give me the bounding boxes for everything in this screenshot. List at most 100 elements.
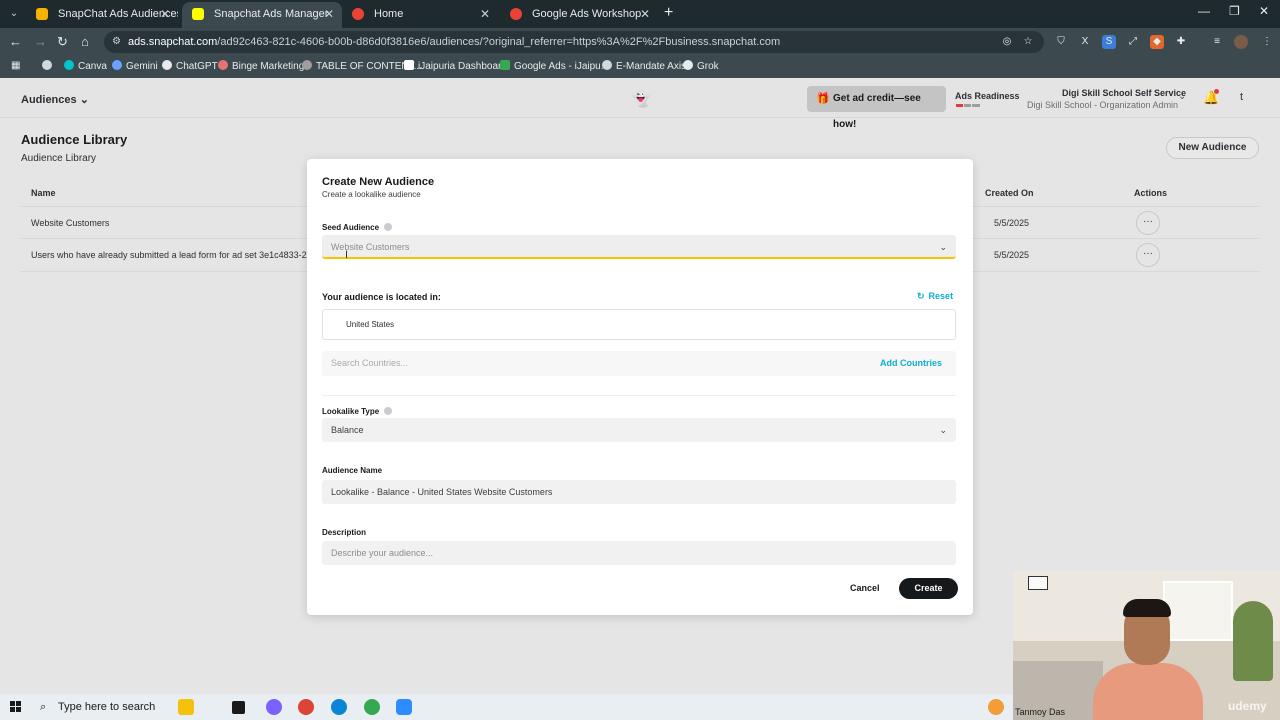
description-label: Description [322,528,367,537]
audience-name-label: Audience Name [322,466,383,475]
selected-country-chip[interactable]: United States [322,309,956,340]
account-name[interactable]: Digi Skill School Self Service [1062,88,1186,98]
presenter-hair [1123,599,1171,617]
bookmark-grok[interactable]: Grok [683,60,719,72]
bookmark-binge-marketing[interactable]: Binge Marketing [218,60,304,72]
task-view-icon[interactable] [232,701,245,714]
audiences-menu[interactable]: Audiences ⌄ [21,93,89,106]
description-input[interactable]: Describe your audience... [322,541,956,565]
ad-credit-button[interactable]: 🎁 Get ad credit—see how! [807,86,946,130]
profile-avatar-icon[interactable] [1234,35,1248,49]
presenter-caption: Tanmoy Das [1015,707,1066,717]
audience-name[interactable]: Users who have already submitted a lead … [31,250,325,260]
chevron-down-icon: ⌄ [939,425,947,435]
s-extension-icon[interactable]: S [1102,35,1116,49]
create-button[interactable]: Create [899,578,958,599]
cancel-button[interactable]: Cancel [850,583,880,593]
copilot-icon[interactable] [266,699,282,715]
column-header-name[interactable]: Name [31,188,56,198]
more-actions-icon[interactable]: ··· [1136,243,1160,267]
more-actions-icon[interactable]: ··· [1136,211,1160,235]
text-cursor-icon: I [345,249,349,261]
bookmark-globe[interactable] [42,60,56,72]
close-tab-icon[interactable]: ✕ [324,2,334,26]
udemy-watermark: udemy [1228,699,1267,713]
reload-icon[interactable]: ↻ [57,34,68,50]
x-extension-icon[interactable]: X [1078,35,1092,49]
forward-icon[interactable]: → [34,34,47,49]
copilot-sparkle-icon[interactable] [178,699,194,715]
tab-google-ads-workshop[interactable]: Google Ads Workshop ✕ [500,2,658,28]
snapchat-icon [192,8,204,20]
url-field[interactable]: ⚙ ads.snapchat.com/ad92c463-821c-4606-b0… [104,31,1044,53]
back-icon[interactable]: ← [9,34,22,49]
location-label: Your audience is located in: [322,292,441,302]
seed-audience-label: Seed Audience [322,223,393,232]
lookalike-type-label: Lookalike Type [322,407,393,416]
eye-off-icon[interactable]: ◎ [1000,35,1014,49]
windows-start-icon[interactable] [10,701,22,713]
page-title: Audience Library [21,132,128,147]
chrome-profile-icon[interactable] [364,699,380,715]
puzzle-extension-icon[interactable]: ✚ [1174,35,1188,49]
close-window-icon[interactable]: ✕ [1259,4,1269,18]
star-icon[interactable]: ☆ [1021,35,1035,49]
avatar[interactable]: t [1240,91,1243,103]
weather-icon[interactable] [988,699,1004,715]
add-countries-button[interactable]: Add Countries [880,351,942,376]
search-countries-input[interactable]: Search Countries... Add Countries [322,351,956,376]
chevron-down-icon: ⌄ [939,242,947,252]
apps-grid-icon[interactable]: ▦ [11,60,20,71]
modal-subtitle: Create a lookalike audience [322,190,421,199]
audience-name[interactable]: Website Customers [31,218,109,228]
close-tab-icon[interactable]: ✕ [480,2,490,26]
modal-title: Create New Audience [322,176,435,188]
refresh-icon: ↻ [917,291,925,301]
audience-name-input[interactable]: Lookalike - Balance - United States Webs… [322,480,956,504]
new-tab-icon[interactable]: + [664,4,673,22]
bookmark-e-mandate-axis[interactable]: E-Mandate Axis [602,60,686,72]
bookmarks-bar: ▦ Canva Gemini ChatGPT Binge Marketing T… [0,56,1280,78]
chrome-icon[interactable] [298,699,314,715]
bookmark-canva[interactable]: Canva [64,60,107,72]
chevron-down-icon[interactable]: ⌄ [1178,91,1186,102]
minimize-icon[interactable]: — [1198,4,1210,18]
new-audience-button[interactable]: New Audience [1166,137,1259,159]
snapchat-ghost-icon[interactable]: 👻 [631,89,651,109]
restore-icon[interactable]: ❐ [1229,4,1240,18]
zoom-icon[interactable] [396,699,412,715]
ads-readiness[interactable]: Ads Readiness [955,91,1020,101]
shield-extension-icon[interactable]: ⛉ [1054,35,1068,49]
notification-dot [1214,89,1219,94]
gemini-app-icon [352,8,364,20]
gift-icon: 🎁 [816,93,830,105]
bookmark-gemini[interactable]: Gemini [112,60,158,72]
bookmark-google-ads[interactable]: Google Ads - iJaipu... [500,60,609,72]
reset-button[interactable]: ↻ Reset [917,291,953,302]
tab-search-icon[interactable]: ⌄ [4,5,24,23]
tab-snapchat-ads-manager[interactable]: Snapchat Ads Manager ✕ [182,2,342,28]
tab-snapchat-ads-audiences[interactable]: SnapChat Ads Audiences - Goo ✕ [26,2,178,28]
seed-audience-select[interactable]: Website Customers ⌄ [322,235,956,259]
edge-icon[interactable] [331,699,347,715]
readiness-progress [956,104,980,107]
bookmark-chatgpt[interactable]: ChatGPT [162,60,218,72]
presenter-shirt [1093,663,1203,720]
column-header-created-on[interactable]: Created On [985,188,1034,198]
info-icon[interactable] [384,223,393,231]
create-audience-modal: Create New Audience Create a lookalike a… [307,159,973,615]
browser-tab-bar: ⌄ SnapChat Ads Audiences - Goo ✕ Snapcha… [0,0,1280,28]
info-icon[interactable] [384,407,393,415]
screenshot-extension-icon[interactable]: ⤢ [1126,35,1140,49]
lookalike-type-select[interactable]: Balance ⌄ [322,418,956,442]
menu-dots-icon[interactable]: ⋮ [1260,35,1274,49]
close-tab-icon[interactable]: ✕ [640,2,650,26]
bookmark-ijaipuria-dashboard[interactable]: iJaipuria Dashboard [404,60,507,72]
reading-list-icon[interactable]: ≡ [1210,35,1224,49]
home-icon[interactable]: ⌂ [81,34,89,49]
fox-extension-icon[interactable]: ◆ [1150,35,1164,49]
site-info-icon[interactable]: ⚙ [112,31,121,53]
tab-home[interactable]: Home ✕ [342,2,498,28]
created-date: 5/5/2025 [994,250,1030,260]
close-tab-icon[interactable]: ✕ [160,2,170,26]
